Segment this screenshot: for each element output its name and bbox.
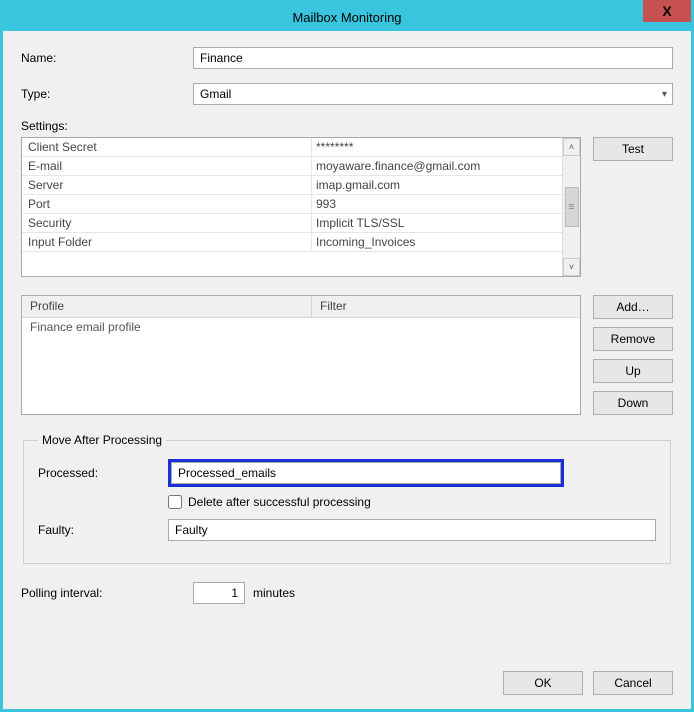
- settings-label: Settings:: [21, 119, 673, 133]
- settings-grid-body: Client Secret ******** E-mail moyaware.f…: [22, 138, 562, 276]
- processed-highlight: [168, 459, 564, 487]
- settings-row[interactable]: Port 993: [22, 195, 562, 214]
- name-label: Name:: [21, 51, 193, 65]
- delete-label: Delete after successful processing: [188, 495, 371, 509]
- settings-grid[interactable]: Client Secret ******** E-mail moyaware.f…: [21, 137, 581, 277]
- settings-row[interactable]: E-mail moyaware.finance@gmail.com: [22, 157, 562, 176]
- window-title: Mailbox Monitoring: [292, 10, 401, 25]
- settings-row[interactable]: Input Folder Incoming_Invoices: [22, 233, 562, 252]
- faulty-row: Faulty:: [38, 519, 656, 541]
- cancel-button[interactable]: Cancel: [593, 671, 673, 695]
- profiles-header: Profile Filter: [22, 296, 580, 318]
- processed-row: Processed:: [38, 459, 656, 487]
- type-row: Type: Gmail ▾: [21, 83, 673, 105]
- name-row: Name:: [21, 47, 673, 69]
- polling-input[interactable]: [193, 582, 245, 604]
- settings-container: Client Secret ******** E-mail moyaware.f…: [21, 137, 673, 277]
- titlebar: Mailbox Monitoring X: [3, 3, 691, 31]
- profile-cell: Finance email profile: [22, 318, 312, 338]
- polling-label: Polling interval:: [21, 586, 193, 600]
- dialog-body: Name: Type: Gmail ▾ Settings: Client Sec…: [3, 31, 691, 709]
- settings-key: Security: [22, 214, 312, 232]
- grip-icon: ≡: [568, 201, 574, 213]
- settings-value: moyaware.finance@gmail.com: [312, 157, 562, 175]
- polling-row: Polling interval: minutes: [21, 582, 673, 604]
- settings-row[interactable]: Client Secret ********: [22, 138, 562, 157]
- settings-value: Incoming_Invoices: [312, 233, 562, 251]
- settings-value: Implicit TLS/SSL: [312, 214, 562, 232]
- faulty-label: Faulty:: [38, 523, 168, 537]
- delete-checkbox[interactable]: [168, 495, 182, 509]
- settings-scrollbar[interactable]: ˄ ≡ ˅: [562, 138, 580, 276]
- processed-input[interactable]: [171, 462, 561, 484]
- chevron-up-icon: ˄: [569, 142, 574, 152]
- settings-value: imap.gmail.com: [312, 176, 562, 194]
- scroll-up-button[interactable]: ˄: [563, 138, 580, 156]
- remove-button[interactable]: Remove: [593, 327, 673, 351]
- table-row[interactable]: Finance email profile: [22, 318, 580, 338]
- test-button[interactable]: Test: [593, 137, 673, 161]
- settings-key: Server: [22, 176, 312, 194]
- faulty-input[interactable]: [168, 519, 656, 541]
- up-button[interactable]: Up: [593, 359, 673, 383]
- polling-unit: minutes: [253, 586, 295, 600]
- dialog-buttons: OK Cancel: [503, 671, 673, 695]
- filter-cell: [312, 318, 580, 338]
- name-input[interactable]: [193, 47, 673, 69]
- move-after-group: Move After Processing Processed: Delete …: [23, 433, 671, 564]
- settings-value: 993: [312, 195, 562, 213]
- type-label: Type:: [21, 87, 193, 101]
- profiles-header-profile[interactable]: Profile: [22, 296, 312, 317]
- dialog-window: Mailbox Monitoring X Name: Type: Gmail ▾…: [0, 0, 694, 712]
- settings-row[interactable]: Server imap.gmail.com: [22, 176, 562, 195]
- close-button[interactable]: X: [643, 0, 691, 22]
- delete-row: Delete after successful processing: [168, 495, 656, 509]
- settings-key: Port: [22, 195, 312, 213]
- close-icon: X: [662, 3, 671, 19]
- chevron-down-icon: ˅: [569, 262, 574, 272]
- type-select-value: Gmail: [193, 83, 673, 105]
- type-select[interactable]: Gmail ▾: [193, 83, 673, 105]
- settings-key: Input Folder: [22, 233, 312, 251]
- ok-button[interactable]: OK: [503, 671, 583, 695]
- move-after-legend: Move After Processing: [38, 433, 166, 447]
- add-button[interactable]: Add…: [593, 295, 673, 319]
- profiles-grid[interactable]: Profile Filter Finance email profile: [21, 295, 581, 415]
- profiles-header-filter[interactable]: Filter: [312, 296, 580, 317]
- processed-label: Processed:: [38, 466, 168, 480]
- settings-value: ********: [312, 138, 562, 156]
- profile-buttons: Add… Remove Up Down: [593, 295, 673, 415]
- settings-row[interactable]: Security Implicit TLS/SSL: [22, 214, 562, 233]
- scroll-thumb[interactable]: ≡: [565, 187, 579, 227]
- down-button[interactable]: Down: [593, 391, 673, 415]
- scroll-down-button[interactable]: ˅: [563, 258, 580, 276]
- settings-key: E-mail: [22, 157, 312, 175]
- profiles-container: Profile Filter Finance email profile Add…: [21, 295, 673, 415]
- settings-key: Client Secret: [22, 138, 312, 156]
